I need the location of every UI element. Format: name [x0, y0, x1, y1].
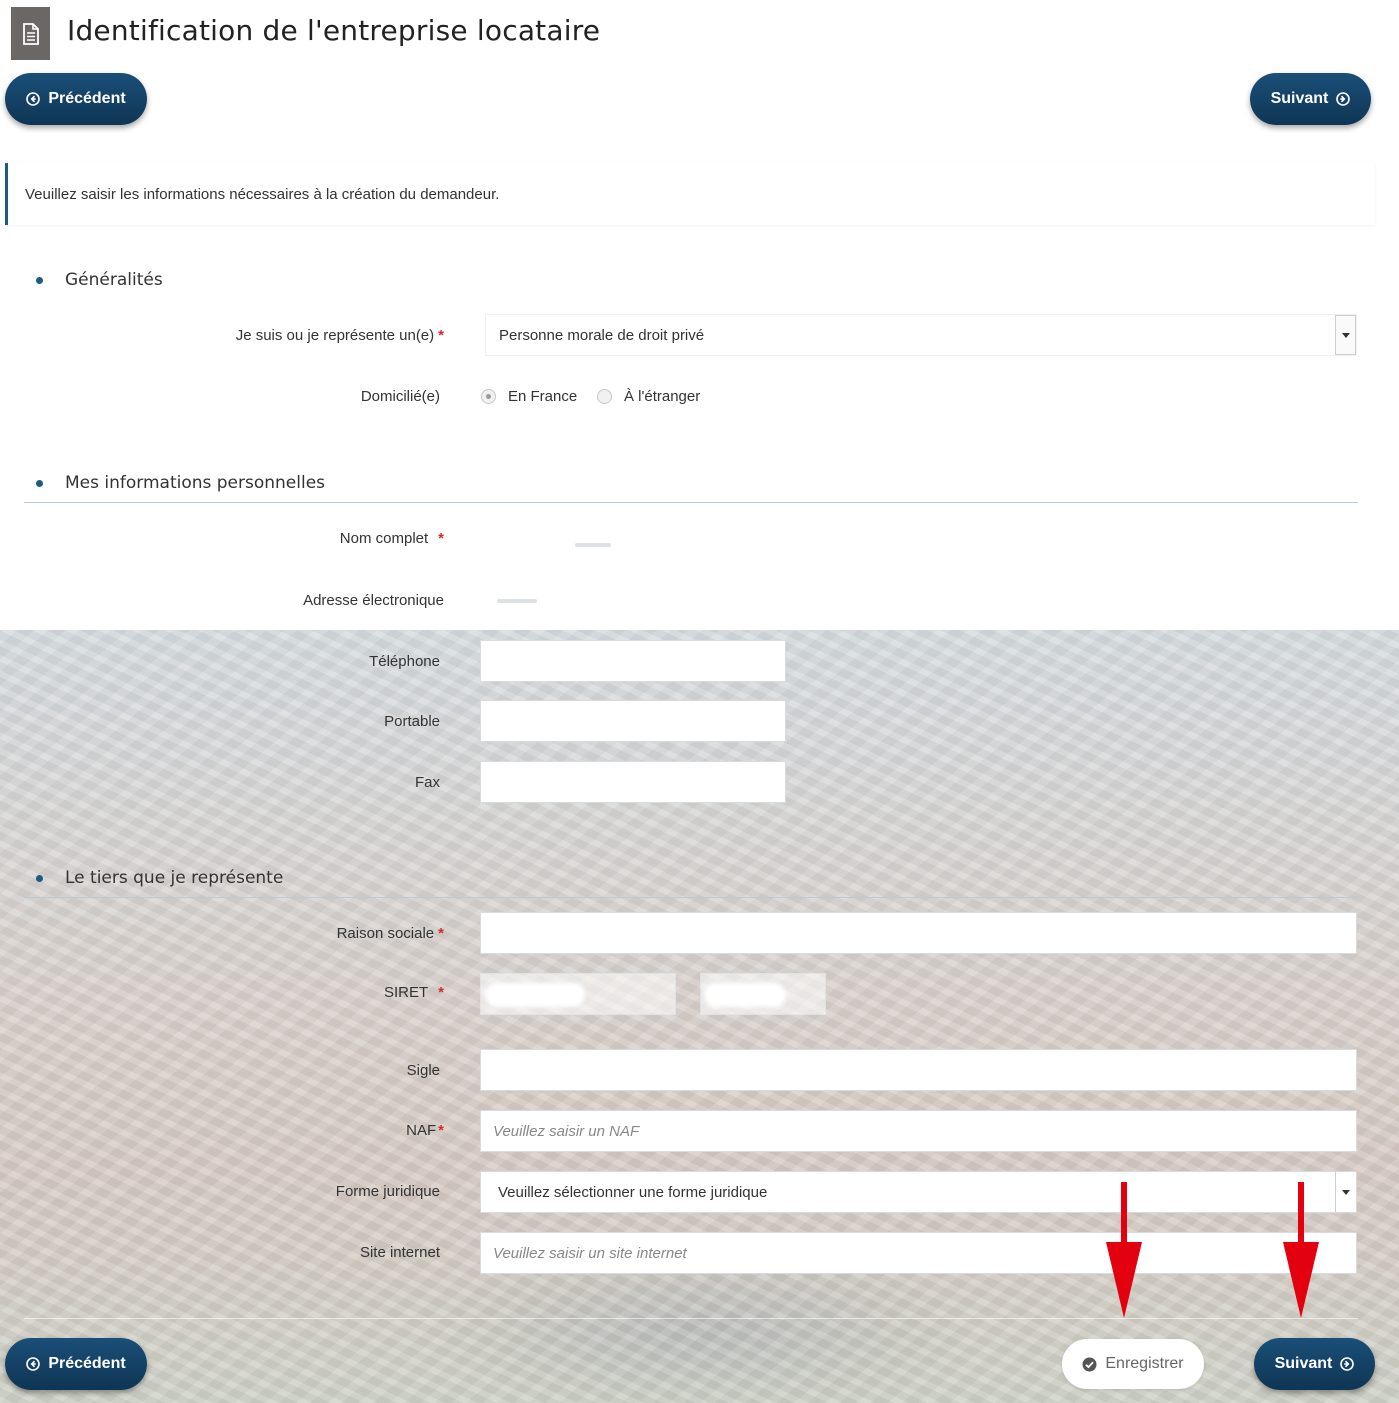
page-title: Identification de l'entreprise locataire — [67, 14, 601, 47]
section-general: Généralités — [36, 270, 163, 290]
info-message: Veuillez saisir les informations nécessa… — [5, 163, 1375, 225]
section-company-title: Le tiers que je représente — [65, 868, 284, 888]
section-general-title: Généralités — [65, 270, 163, 290]
next-label: Suivant — [1270, 90, 1329, 107]
form-bottom-divider — [24, 1318, 1358, 1319]
save-button[interactable]: Enregistrer — [1062, 1339, 1204, 1389]
naf-input[interactable]: Veuillez saisir un NAF — [480, 1110, 1357, 1152]
circle-arrow-right-icon — [1336, 92, 1351, 106]
save-label: Enregistrer — [1105, 1355, 1184, 1372]
previous-label: Précédent — [48, 1355, 126, 1372]
next-button-top[interactable]: Suivant — [1250, 73, 1371, 125]
circle-arrow-left-icon — [26, 1357, 41, 1371]
next-label: Suivant — [1274, 1355, 1333, 1372]
fullname-label: Nom complet * — [339, 530, 444, 547]
email-label: Adresse électronique — [303, 592, 444, 609]
chevron-down-icon[interactable] — [1335, 315, 1356, 355]
previous-button-top[interactable]: Précédent — [5, 73, 147, 125]
raison-input[interactable] — [480, 912, 1357, 954]
site-placeholder: Veuillez saisir un site internet — [493, 1244, 687, 1262]
siret-label: SIRET * — [383, 984, 444, 1001]
site-input[interactable]: Veuillez saisir un site internet — [480, 1232, 1357, 1274]
phone-input[interactable] — [480, 640, 786, 682]
fax-input[interactable] — [480, 761, 786, 803]
section-divider — [24, 502, 1358, 503]
phone-label: Téléphone — [369, 653, 440, 670]
represent-label: Je suis ou je représente un(e) * — [235, 327, 444, 344]
naf-label: NAF * — [406, 1122, 444, 1139]
radio-en-france-label: En France — [508, 388, 578, 405]
annotation-arrow-icon — [1106, 1182, 1142, 1318]
section-company: Le tiers que je représente — [36, 868, 283, 888]
forme-select[interactable]: Veuillez sélectionner une forme juridiqu… — [480, 1171, 1357, 1213]
annotation-arrow-icon — [1283, 1182, 1319, 1318]
fax-label: Fax — [414, 774, 440, 791]
domicile-label: Domicilié(e) — [360, 388, 440, 405]
siret-redacted — [485, 983, 585, 1007]
section-personal-title: Mes informations personnelles — [65, 473, 326, 493]
mobile-label: Portable — [384, 713, 440, 730]
represent-select[interactable]: Personne morale de droit privé — [485, 314, 1357, 356]
info-text: Veuillez saisir les informations nécessa… — [25, 185, 500, 203]
site-label: Site internet — [359, 1244, 440, 1261]
email-value-redacted — [497, 599, 537, 603]
bullet-icon — [36, 276, 43, 284]
represent-select-value: Personne morale de droit privé — [499, 326, 705, 344]
circle-arrow-right-icon — [1340, 1357, 1355, 1371]
siret-redacted — [704, 983, 786, 1007]
mobile-input[interactable] — [480, 700, 786, 742]
circle-arrow-left-icon — [26, 92, 41, 106]
radio-en-france[interactable] — [481, 389, 496, 404]
previous-label: Précédent — [48, 90, 126, 107]
fullname-value-redacted — [575, 543, 611, 547]
section-divider — [24, 897, 1358, 898]
check-circle-icon — [1082, 1357, 1097, 1371]
sigle-label: Sigle — [406, 1062, 440, 1079]
chevron-down-icon[interactable] — [1335, 1172, 1356, 1212]
forme-select-value: Veuillez sélectionner une forme juridiqu… — [498, 1183, 768, 1201]
bullet-icon — [36, 479, 43, 487]
forme-label: Forme juridique — [335, 1183, 440, 1200]
document-icon — [11, 7, 50, 60]
previous-button-bottom[interactable]: Précédent — [5, 1338, 147, 1390]
bullet-icon — [36, 874, 43, 882]
next-button-bottom[interactable]: Suivant — [1254, 1338, 1375, 1390]
radio-etranger[interactable] — [597, 389, 612, 404]
naf-placeholder: Veuillez saisir un NAF — [493, 1122, 640, 1140]
radio-etranger-label: À l'étranger — [624, 388, 701, 405]
sigle-input[interactable] — [480, 1049, 1357, 1091]
raison-label: Raison sociale * — [336, 925, 444, 942]
section-personal: Mes informations personnelles — [36, 473, 325, 493]
